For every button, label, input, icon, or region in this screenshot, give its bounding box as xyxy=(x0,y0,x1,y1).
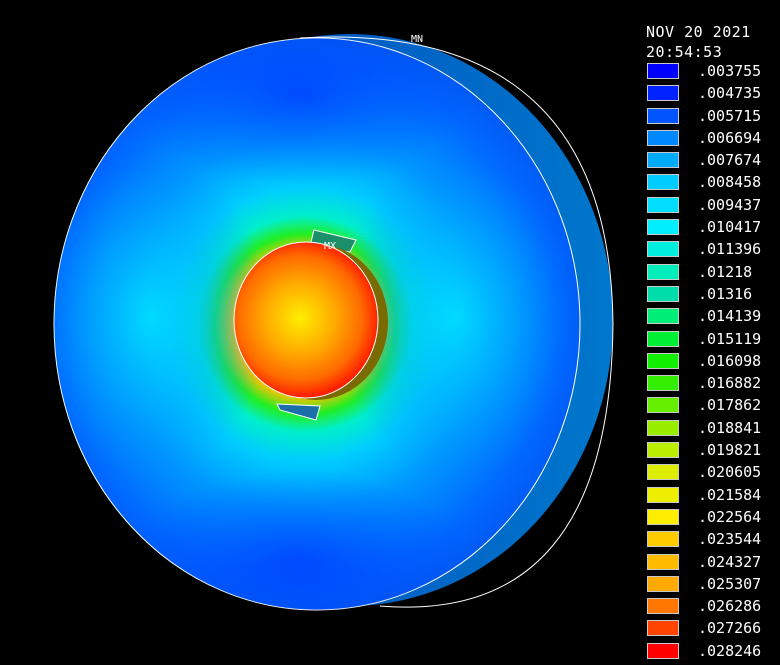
legend-value: .015119 xyxy=(698,329,762,348)
legend-swatch xyxy=(647,419,679,436)
legend-swatch xyxy=(647,219,679,236)
legend-item: .016882 xyxy=(646,374,780,397)
core xyxy=(233,241,379,399)
contour-low-top xyxy=(130,38,470,185)
legend-swatch xyxy=(647,531,679,548)
legend-swatch xyxy=(647,575,679,592)
legend-swatch xyxy=(647,63,679,79)
legend-item: .025307 xyxy=(646,574,780,598)
legend-value: .009437 xyxy=(698,195,762,214)
legend-value: .005715 xyxy=(698,106,762,125)
legend-item: .01218 xyxy=(646,262,780,286)
legend-item: .005715 xyxy=(646,106,780,130)
legend-value: .004735 xyxy=(698,84,762,103)
legend-swatch xyxy=(647,129,679,146)
legend-item: .014139 xyxy=(646,307,780,330)
legend-value: .022564 xyxy=(698,507,762,526)
legend-panel: NOV 20 2021 20:54:53 .003755 .004735 .0057… xyxy=(646,22,780,665)
legend-value: .020605 xyxy=(698,463,762,482)
legend-item: .026286 xyxy=(646,597,780,620)
max-marker-label: MX xyxy=(324,241,336,252)
legend-swatch xyxy=(647,107,679,124)
legend-item: .018841 xyxy=(646,418,780,442)
legend-item: .027266 xyxy=(646,619,780,642)
legend-item: .023544 xyxy=(646,530,780,553)
legend-item: .01316 xyxy=(646,284,780,308)
legend-swatch xyxy=(647,85,679,102)
legend-swatch xyxy=(647,642,679,659)
legend-item: .017862 xyxy=(646,396,780,419)
plot-date: NOV 20 2021 xyxy=(646,23,751,41)
legend-item: .003755 xyxy=(646,62,780,85)
plot-time: 20:54:53 xyxy=(646,43,723,61)
legend-value: .016882 xyxy=(698,374,762,393)
contour-low-bottom xyxy=(130,470,470,610)
legend-value: .026286 xyxy=(698,597,762,616)
legend-swatch xyxy=(647,352,679,369)
legend-value: .006694 xyxy=(698,128,762,147)
legend-value: .007674 xyxy=(698,151,762,170)
legend-item: .016098 xyxy=(646,351,780,375)
legend-value: .025307 xyxy=(698,574,762,593)
legend-item: .006694 xyxy=(646,128,780,152)
legend-value: .024327 xyxy=(698,552,762,571)
legend-item: .019821 xyxy=(646,441,780,464)
legend-swatch xyxy=(647,553,679,570)
legend-item: .004735 xyxy=(646,84,780,107)
legend-item: .028246 xyxy=(646,641,780,665)
legend-swatch xyxy=(647,442,679,459)
legend-value: .010417 xyxy=(698,218,762,237)
legend-swatch xyxy=(647,196,679,213)
legend-swatch xyxy=(647,174,679,191)
contour-plot: MN MX xyxy=(53,34,614,611)
legend-value: .018841 xyxy=(698,418,762,437)
legend-value: .01316 xyxy=(698,284,753,303)
legend-item: .010417 xyxy=(646,218,780,241)
legend-item: .015119 xyxy=(646,329,780,353)
legend-item: .007674 xyxy=(646,151,780,174)
legend-list: .003755 .004735 .005715 .006694 .007674 .0084… xyxy=(646,62,780,665)
legend-swatch xyxy=(647,397,679,414)
legend-item: .009437 xyxy=(646,195,780,219)
legend-swatch xyxy=(647,464,679,481)
legend-value: .021584 xyxy=(698,485,762,504)
legend-item: .008458 xyxy=(646,173,780,196)
legend-swatch xyxy=(647,375,679,392)
legend-swatch xyxy=(647,241,679,258)
legend-value: .017862 xyxy=(698,396,762,415)
min-marker-label: MN xyxy=(411,34,423,45)
legend-value: .023544 xyxy=(698,530,762,549)
legend-value: .019821 xyxy=(698,441,762,460)
legend-item: .020605 xyxy=(646,463,780,486)
legend-item: .021584 xyxy=(646,485,780,509)
legend-swatch xyxy=(647,620,679,637)
legend-value: .011396 xyxy=(698,240,762,259)
legend-value: .028246 xyxy=(698,641,762,660)
legend-value: .003755 xyxy=(698,62,762,80)
legend-swatch xyxy=(647,486,679,503)
legend-swatch xyxy=(647,508,679,525)
legend-value: .014139 xyxy=(698,307,762,326)
legend-swatch xyxy=(647,598,679,615)
legend-swatch xyxy=(647,263,679,280)
legend-value: .016098 xyxy=(698,351,762,370)
legend-swatch xyxy=(647,308,679,325)
legend-swatch xyxy=(647,152,679,169)
legend-swatch xyxy=(647,330,679,347)
legend-swatch xyxy=(647,285,679,302)
legend-value: .008458 xyxy=(698,173,762,192)
legend-value: .027266 xyxy=(698,619,762,638)
legend-value: .01218 xyxy=(698,262,753,281)
legend-item: .022564 xyxy=(646,507,780,531)
legend-item: .011396 xyxy=(646,240,780,263)
legend-item: .024327 xyxy=(646,552,780,576)
